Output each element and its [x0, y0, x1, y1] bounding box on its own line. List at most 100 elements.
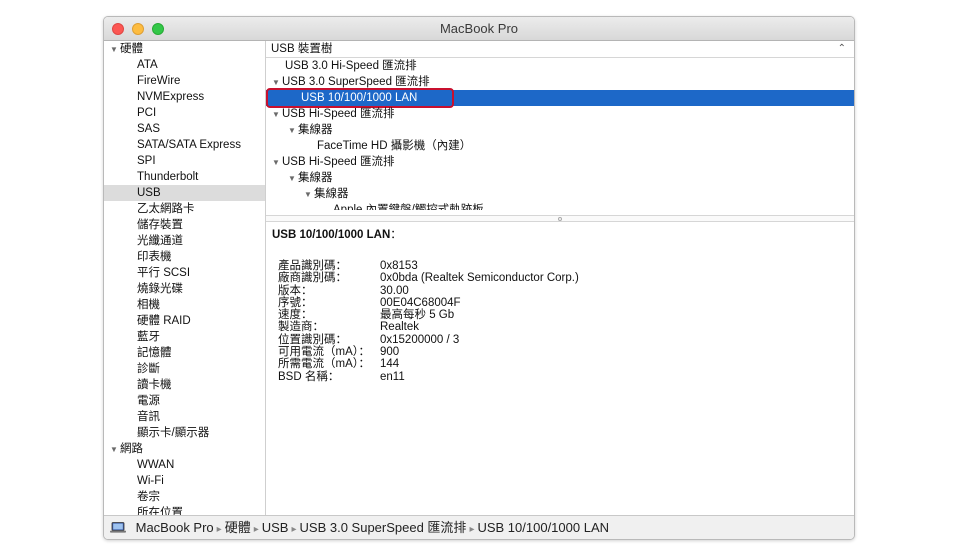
sidebar-item[interactable]: WWAN — [104, 457, 265, 473]
property-value: 30.00 — [380, 284, 409, 297]
tree-row[interactable]: USB 3.0 Hi-Speed 匯流排 — [266, 58, 854, 74]
sidebar-item[interactable]: NVMExpress — [104, 89, 265, 105]
tree-row[interactable]: FaceTime HD 攝影機（內建） — [266, 138, 854, 154]
sidebar-item[interactable]: SATA/SATA Express — [104, 137, 265, 153]
sidebar-item[interactable]: 硬體 RAID — [104, 313, 265, 329]
tree-row-label: 集線器 — [298, 172, 333, 184]
property-key: 位置識別碼： — [278, 333, 347, 346]
tree-row[interactable]: Apple 內置鍵盤/觸控式軌跡板 — [266, 202, 854, 210]
tree-row[interactable]: ▼ USB Hi-Speed 匯流排 — [266, 106, 854, 122]
disclosure-triangle-down-icon[interactable]: ▼ — [110, 42, 120, 58]
property-value: 0x0bda (Realtek Semiconductor Corp.) — [380, 272, 579, 285]
breadcrumb-separator-icon: ▸ — [253, 524, 259, 535]
sidebar-item[interactable]: 平行 SCSI — [104, 265, 265, 281]
sidebar-item[interactable]: 電源 — [104, 393, 265, 409]
tree-rows: USB 3.0 Hi-Speed 匯流排 ▼ USB 3.0 SuperSpeed … — [266, 58, 854, 210]
sidebar-group[interactable]: ▼ 硬體 — [104, 41, 265, 57]
detail-title-text: USB 10/100/1000 LAN — [272, 229, 391, 241]
property-key: 速度： — [278, 309, 313, 322]
property-value: 00E04C68004F — [380, 296, 461, 309]
splitter-handle-icon[interactable] — [558, 217, 562, 221]
property-row: 製造商： Realtek — [278, 321, 579, 333]
breadcrumb-separator-icon: ▸ — [216, 524, 222, 535]
sidebar-item[interactable]: 光纖通道 — [104, 233, 265, 249]
sidebar-item[interactable]: 顯示卡/顯示器 — [104, 425, 265, 441]
property-row: BSD 名稱： en11 — [278, 371, 579, 383]
tree-header-label: USB 裝置樹 — [271, 43, 333, 55]
sidebar-item[interactable]: 印表機 — [104, 249, 265, 265]
tree-row[interactable]: ▼ USB Hi-Speed 匯流排 — [266, 154, 854, 170]
sidebar-item[interactable]: 儲存裝置 — [104, 217, 265, 233]
path-bar: MacBook Pro ▸ 硬體 ▸ USB ▸ USB 3.0 SuperSpeed 匯流… — [104, 515, 854, 539]
breadcrumb-item[interactable]: MacBook Pro — [136, 520, 214, 535]
highlight-annotation — [266, 88, 454, 108]
property-row: 版本： 30.00 — [278, 285, 579, 297]
property-row: 速度： 最高每秒 5 Gb — [278, 309, 579, 321]
disclosure-triangle-down-icon[interactable]: ▼ — [304, 187, 314, 203]
breadcrumb-item[interactable]: 硬體 — [225, 520, 251, 535]
sidebar-item[interactable]: 記憶體 — [104, 345, 265, 361]
property-key: BSD 名稱： — [278, 370, 340, 383]
breadcrumb-separator-icon: ▸ — [469, 524, 475, 535]
disclosure-triangle-down-icon[interactable]: ▼ — [110, 442, 120, 458]
chevron-up-icon[interactable]: ⌃ — [838, 41, 846, 57]
sidebar-item[interactable]: 藍牙 — [104, 329, 265, 345]
property-key: 產品識別碼： — [278, 260, 347, 272]
property-key: 版本： — [278, 284, 313, 297]
sidebar-item[interactable]: FireWire — [104, 73, 265, 89]
detail-pane: USB 10/100/1000 LAN： 產品識別碼： 0x8153 廠商識別碼： 0… — [266, 222, 854, 515]
sidebar-item[interactable]: Thunderbolt — [104, 169, 265, 185]
sidebar-item[interactable]: 讀卡機 — [104, 377, 265, 393]
title-bar[interactable]: MacBook Pro — [104, 17, 854, 41]
property-key: 所需電流（mA）： — [278, 358, 370, 371]
sidebar-item[interactable]: 燒錄光碟 — [104, 281, 265, 297]
breadcrumb-item[interactable]: USB — [262, 520, 289, 535]
sidebar-item[interactable]: PCI — [104, 105, 265, 121]
disclosure-triangle-down-icon[interactable]: ▼ — [272, 107, 282, 123]
property-value: en11 — [380, 370, 405, 383]
property-key: 序號： — [278, 296, 313, 309]
property-key: 可用電流（mA）： — [278, 346, 370, 359]
disclosure-triangle-down-icon[interactable]: ▼ — [288, 123, 298, 139]
sidebar-item[interactable]: 所在位置 — [104, 505, 265, 515]
tree-row[interactable]: USB 10/100/1000 LAN — [266, 88, 854, 108]
property-row: 可用電流（mA）： 900 — [278, 346, 579, 358]
property-value: 0x8153 — [380, 260, 418, 272]
tree-row[interactable]: ▼ 集線器 — [266, 186, 854, 202]
sidebar-group-label: 網路 — [120, 443, 143, 455]
tree-row-label: FaceTime HD 攝影機（內建） — [317, 140, 472, 152]
sidebar-item[interactable]: USB — [104, 185, 265, 201]
tree-row-label: USB 3.0 SuperSpeed 匯流排 — [282, 76, 430, 88]
property-row: 產品識別碼： 0x8153 — [278, 260, 579, 272]
property-value: 144 — [380, 358, 400, 371]
breadcrumb-separator-icon: ▸ — [291, 524, 297, 535]
sidebar-item[interactable]: 卷宗 — [104, 489, 265, 505]
detail-title-suffix: ： — [390, 229, 402, 241]
sidebar-item[interactable]: 乙太網路卡 — [104, 201, 265, 217]
sidebar-group[interactable]: ▼ 網路 — [104, 441, 265, 457]
breadcrumb-item[interactable]: USB 3.0 SuperSpeed 匯流排 — [300, 520, 467, 535]
property-value: 最高每秒 5 Gb — [380, 309, 455, 322]
tree-row-label: USB 3.0 Hi-Speed 匯流排 — [285, 60, 417, 72]
usb-device-tree: USB 裝置樹 ⌃ USB 3.0 Hi-Speed 匯流排 ▼ USB 3.0 S… — [266, 41, 854, 215]
system-information-window: MacBook Pro ▼ 硬體 ATA FireWire NVMExpress PCI S… — [103, 16, 855, 540]
tree-row[interactable]: ▼ 集線器 — [266, 122, 854, 138]
property-list: 產品識別碼： 0x8153 廠商識別碼： 0x0bda (Realtek Semico… — [278, 260, 579, 383]
property-value: 900 — [380, 346, 400, 359]
sidebar-item[interactable]: 音訊 — [104, 409, 265, 425]
pane-splitter[interactable] — [266, 215, 854, 222]
sidebar-item[interactable]: ATA — [104, 57, 265, 73]
sidebar-item[interactable]: 診斷 — [104, 361, 265, 377]
tree-row[interactable]: ▼ 集線器 — [266, 170, 854, 186]
tree-column-header[interactable]: USB 裝置樹 ⌃ — [266, 41, 854, 58]
disclosure-triangle-down-icon[interactable]: ▼ — [272, 155, 282, 171]
sidebar: ▼ 硬體 ATA FireWire NVMExpress PCI SAS SATA/SATA … — [104, 41, 266, 515]
sidebar-item[interactable]: SPI — [104, 153, 265, 169]
sidebar-item[interactable]: 相機 — [104, 297, 265, 313]
sidebar-item[interactable]: SAS — [104, 121, 265, 137]
breadcrumb-item[interactable]: USB 10/100/1000 LAN — [477, 520, 609, 535]
disclosure-triangle-down-icon[interactable]: ▼ — [288, 171, 298, 187]
tree-row-label: 集線器 — [314, 188, 349, 200]
sidebar-item[interactable]: Wi-Fi — [104, 473, 265, 489]
detail-title: USB 10/100/1000 LAN： — [272, 226, 402, 242]
